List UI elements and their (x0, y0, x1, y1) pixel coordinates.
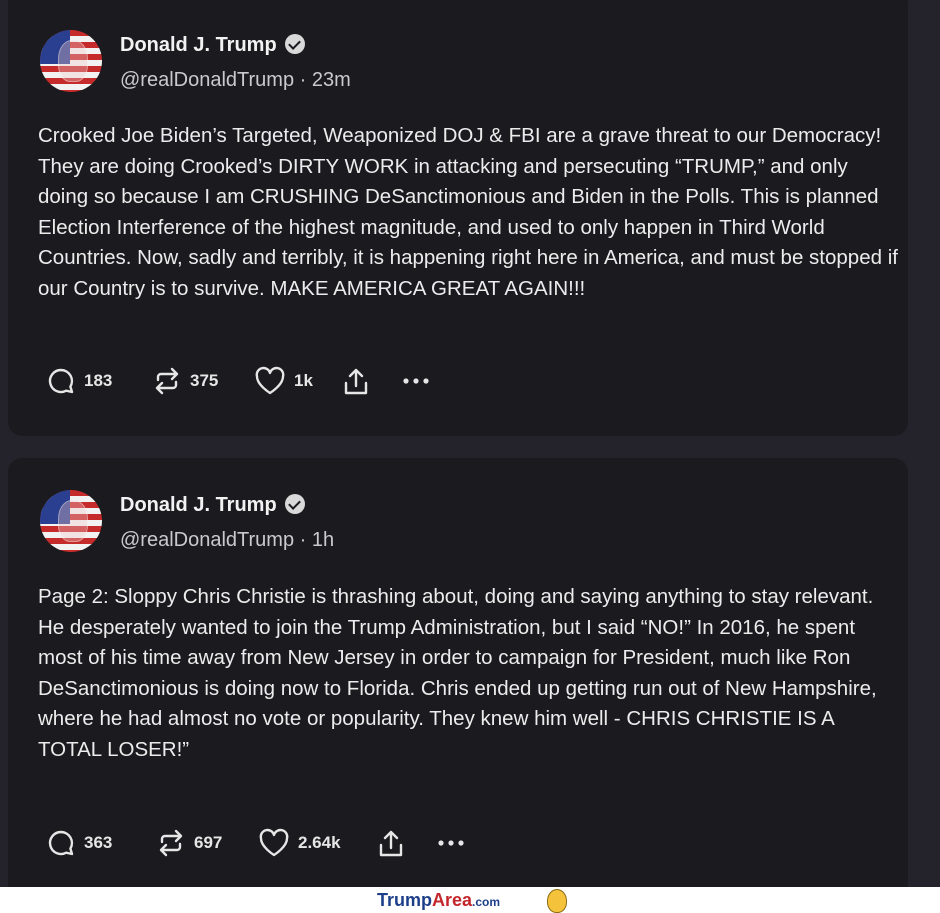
retruth-count: 697 (194, 833, 223, 852)
watermark-logo: TrumpArea.com (377, 890, 500, 911)
more-icon (438, 840, 464, 846)
reply-count: 363 (84, 833, 113, 852)
share-button[interactable] (341, 366, 371, 398)
handle-time[interactable]: @realDonaldTrump · 23m (120, 69, 351, 92)
like-button[interactable]: 2.64k (258, 828, 341, 858)
post-text: Page 2: Sloppy Chris Christie is thrashi… (38, 585, 877, 761)
retruth-icon (155, 367, 179, 395)
reply-icon (48, 830, 74, 856)
reply-button[interactable]: 183 (46, 366, 112, 396)
more-icon (403, 378, 429, 384)
reply-button[interactable]: 363 (46, 828, 112, 858)
post-text: Crooked Joe Biden’s Targeted, Weaponized… (38, 124, 898, 300)
reply-icon (48, 368, 74, 394)
like-count: 1k (294, 371, 313, 390)
like-button[interactable]: 1k (254, 366, 313, 396)
watermark-part1: Trump (377, 890, 433, 910)
verified-badge-icon (284, 494, 305, 514)
post-card[interactable]: Donald J. Trump @realDonaldTrump · 1h Pa… (8, 458, 908, 898)
retruth-count: 375 (190, 371, 219, 390)
mascot-icon (547, 889, 567, 913)
watermark-part3: .com (472, 895, 501, 909)
author-name-text: Donald J. Trump (120, 494, 277, 516)
author-name[interactable]: Donald J. Trump (120, 494, 305, 517)
share-button[interactable] (376, 828, 406, 860)
avatar-face (58, 40, 88, 82)
watermark-part2: Area (432, 890, 473, 910)
share-icon (344, 368, 368, 395)
like-count: 2.64k (298, 833, 341, 852)
avatar[interactable] (40, 490, 102, 552)
like-icon (259, 828, 289, 857)
post-card[interactable]: Donald J. Trump @realDonaldTrump · 23m C… (8, 0, 908, 436)
author-name-text: Donald J. Trump (120, 34, 277, 56)
like-icon (255, 366, 285, 395)
retruth-button[interactable]: 375 (152, 366, 218, 396)
more-button[interactable] (436, 828, 468, 858)
feed: Donald J. Trump @realDonaldTrump · 23m C… (0, 0, 940, 898)
share-icon (379, 830, 403, 857)
handle-time[interactable]: @realDonaldTrump · 1h (120, 529, 334, 552)
watermark-bar: TrumpArea.com (0, 887, 940, 913)
reply-count: 183 (84, 371, 113, 390)
author-name[interactable]: Donald J. Trump (120, 34, 305, 57)
retruth-icon (159, 829, 183, 857)
retruth-button[interactable]: 697 (156, 828, 222, 858)
verified-badge-icon (284, 34, 305, 54)
more-button[interactable] (401, 366, 433, 396)
avatar-face (58, 500, 88, 542)
avatar[interactable] (40, 30, 102, 92)
